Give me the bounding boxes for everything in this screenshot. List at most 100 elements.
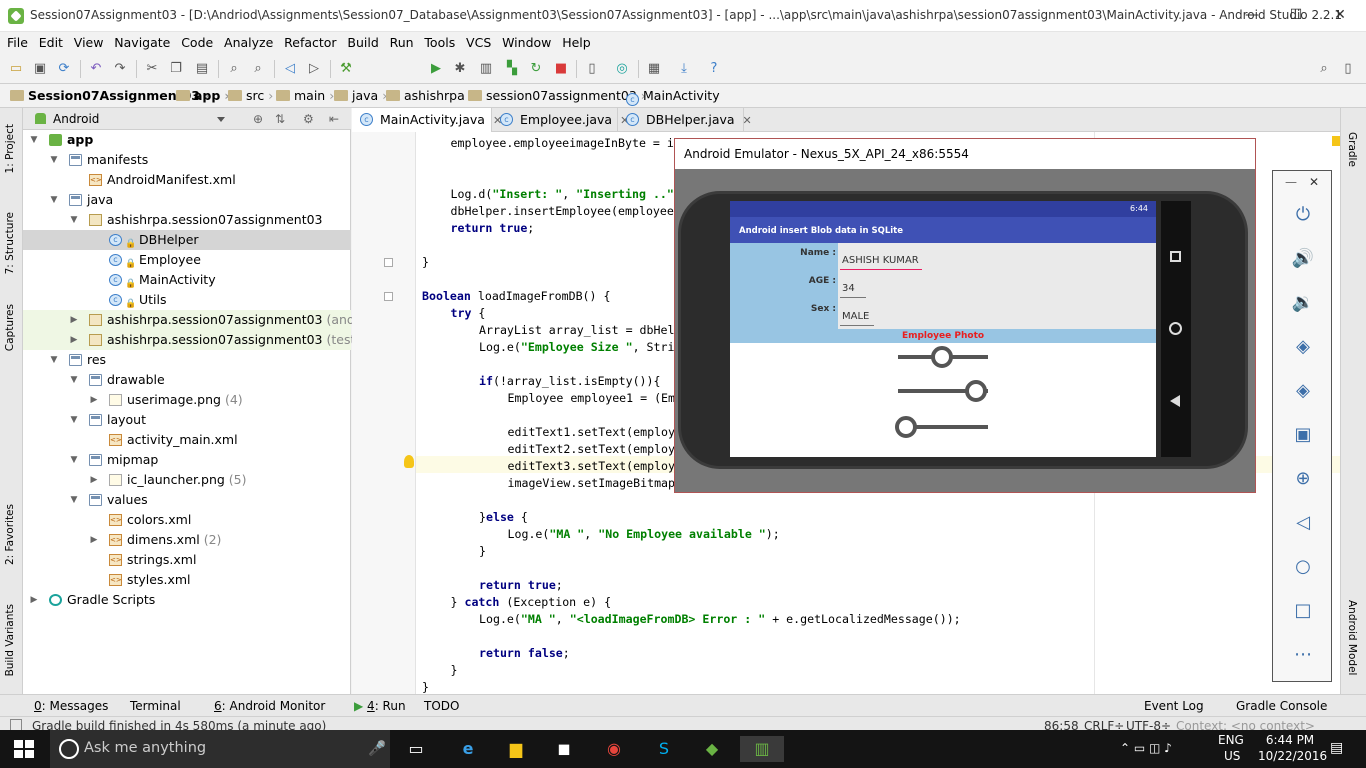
tab-project[interactable]: 1: Project [4, 124, 16, 173]
expand-arrow-icon[interactable]: ▼ [69, 210, 79, 230]
undo-icon[interactable]: ↶ [88, 61, 104, 77]
tab-run[interactable]: ▶ 4: Run [354, 699, 406, 713]
menu-code[interactable]: Code [174, 32, 213, 50]
debug-icon[interactable]: ✱ [452, 61, 468, 77]
tab-android-model[interactable]: Android Model [1346, 600, 1358, 675]
collapse-arrow-icon[interactable]: ▶ [89, 470, 99, 490]
tree-item[interactable]: c 🔒 MainActivity [23, 270, 351, 290]
menu-build[interactable]: Build [340, 32, 378, 50]
run-icon[interactable]: ▶ [428, 61, 444, 77]
tab-mainactivity[interactable]: c MainActivity.java ✕ [352, 108, 502, 132]
tab-messages[interactable]: 0: Messages [34, 699, 108, 713]
back-icon[interactable]: ◁ [282, 61, 298, 77]
volume-up-icon[interactable]: 🔊 [1291, 247, 1315, 271]
camera-icon[interactable]: ▣ [1291, 423, 1315, 447]
file-explorer-icon[interactable]: ▆ [502, 736, 530, 762]
home-key-icon[interactable] [1169, 322, 1182, 335]
menu-analyze[interactable]: Analyze [217, 32, 273, 50]
expand-arrow-icon[interactable]: ▼ [49, 150, 59, 170]
forward-icon[interactable]: ▷ [306, 61, 322, 77]
paste-icon[interactable]: ▤ [194, 61, 210, 77]
back-icon[interactable]: ◁ [1291, 511, 1315, 535]
close-tab-icon[interactable]: ✕ [743, 114, 752, 127]
back-key-icon[interactable] [1170, 395, 1180, 407]
collapse-arrow-icon[interactable]: ▶ [89, 390, 99, 410]
breadcrumb-app[interactable]: app › [176, 88, 230, 103]
tab-build-variants[interactable]: Build Variants [4, 604, 16, 676]
android-studio-taskbar-icon[interactable]: ◆ [698, 736, 726, 762]
overview-icon[interactable]: □ [1291, 599, 1315, 623]
tree-item[interactable]: ▼ manifests [23, 150, 351, 170]
tree-item[interactable]: ▶ Gradle Scripts [23, 590, 351, 610]
emulator-taskbar-icon[interactable]: ▥ [740, 736, 784, 762]
tab-structure[interactable]: 7: Structure [4, 212, 16, 274]
sync-gradle-icon[interactable]: ◎ [614, 61, 630, 77]
make-project-icon[interactable]: ⚒ [338, 61, 354, 77]
expand-arrow-icon[interactable]: ▼ [69, 410, 79, 430]
sdk-manager-icon[interactable]: ⤓ [676, 61, 692, 77]
breadcrumb-main[interactable]: main › [276, 88, 334, 103]
tree-item[interactable]: ▶ ic_launcher.png (5) [23, 470, 351, 490]
cortana-search-box[interactable]: Ask me anything 🎤 [50, 730, 390, 768]
tree-item[interactable]: <> AndroidManifest.xml [23, 170, 351, 190]
power-icon[interactable]: ⏻ [1291, 203, 1315, 227]
apply-changes-icon[interactable]: ↻ [528, 61, 544, 77]
attach-debugger-icon[interactable]: ▚ [504, 61, 520, 77]
collapse-arrow-icon[interactable]: ▶ [29, 590, 39, 610]
intention-bulb-icon[interactable] [404, 455, 414, 468]
tree-item[interactable]: ▼ mipmap [23, 450, 351, 470]
collapse-arrow-icon[interactable]: ▶ [89, 530, 99, 550]
tree-item[interactable]: c 🔒 Utils [23, 290, 351, 310]
tab-dbhelper[interactable]: c DBHelper.java ✕ [618, 108, 752, 132]
tab-captures[interactable]: Captures [4, 304, 16, 351]
chrome-icon[interactable]: ◉ [600, 736, 628, 762]
tab-android-monitor[interactable]: 6: Android Monitor [214, 699, 325, 713]
fold-marker-icon[interactable] [384, 292, 393, 301]
edge-icon[interactable]: e [454, 736, 482, 762]
copy-icon[interactable]: ❐ [168, 61, 184, 77]
skype-icon[interactable]: S [650, 736, 678, 762]
tab-todo[interactable]: TODO [424, 699, 459, 713]
tray-icons[interactable]: ⌃ ▭ ◫ ♪ [1120, 741, 1172, 755]
menu-window[interactable]: Window [495, 32, 551, 50]
tab-terminal[interactable]: Terminal [130, 699, 181, 713]
menu-refactor[interactable]: Refactor [277, 32, 336, 50]
action-center-icon[interactable]: ▤ [1330, 740, 1343, 756]
tree-item[interactable]: ▼ java [23, 190, 351, 210]
sync-scroll-icon[interactable]: ⊕ [253, 112, 263, 126]
minimize-button[interactable]: — [1238, 4, 1266, 26]
breadcrumb-src[interactable]: src › [228, 88, 273, 103]
menu-run[interactable]: Run [383, 32, 414, 50]
task-view-icon[interactable]: ▭ [402, 736, 430, 762]
emulator-screen[interactable]: 6:44 Android insert Blob data in SQLite … [730, 201, 1156, 457]
search-everywhere-icon[interactable]: ⌕ [1316, 61, 1332, 77]
tree-item[interactable]: <> colors.xml [23, 510, 351, 530]
tree-item[interactable]: ▼ drawable [23, 370, 351, 390]
expand-arrow-icon[interactable]: ▼ [49, 350, 59, 370]
clock-date[interactable]: 10/22/2016 [1258, 749, 1327, 763]
settings-gear-icon[interactable]: ⚙ [303, 112, 314, 126]
coverage-icon[interactable]: ▥ [478, 61, 494, 77]
tree-item[interactable]: ▶ ashishrpa.session07assignment03 (test) [23, 330, 360, 350]
tab-event-log[interactable]: Event Log [1144, 699, 1204, 713]
expand-arrow-icon[interactable]: ▼ [29, 130, 39, 150]
tree-item[interactable]: ▶ <> dimens.xml (2) [23, 530, 351, 550]
tab-employee[interactable]: c Employee.java ✕ [492, 108, 629, 132]
zoom-icon[interactable]: ⊕ [1291, 467, 1315, 491]
cut-icon[interactable]: ✂ [144, 61, 160, 77]
project-structure-icon[interactable]: ▦ [646, 61, 662, 77]
microphone-icon[interactable]: 🎤 [368, 740, 386, 757]
expand-arrow-icon[interactable]: ▼ [69, 450, 79, 470]
collapse-arrow-icon[interactable]: ▶ [69, 310, 79, 330]
store-icon[interactable]: ◼ [550, 736, 578, 762]
collapse-arrow-icon[interactable]: ▶ [69, 330, 79, 350]
tree-item[interactable]: c 🔒 DBHelper [23, 230, 351, 250]
collapse-all-icon[interactable]: ⇅ [275, 112, 285, 126]
windows-start-icon[interactable] [14, 740, 34, 758]
menu-file[interactable]: File [0, 32, 28, 50]
tab-gradle[interactable]: Gradle [1346, 132, 1358, 167]
stop-icon[interactable]: ■ [553, 61, 569, 77]
menu-navigate[interactable]: Navigate [107, 32, 170, 50]
home-icon[interactable]: ○ [1291, 555, 1315, 579]
tab-gradle-console[interactable]: Gradle Console [1236, 699, 1327, 713]
